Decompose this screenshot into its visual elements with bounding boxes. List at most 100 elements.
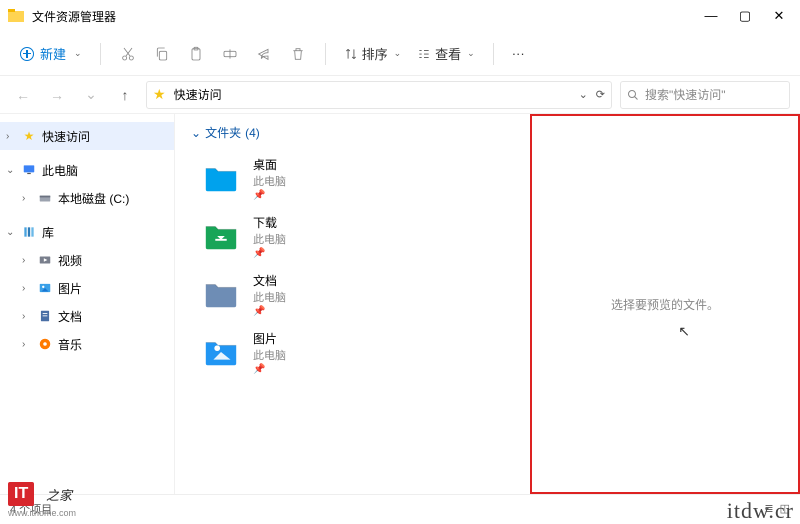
more-button[interactable]: ··· (504, 42, 533, 65)
title-bar: 文件资源管理器 — ▢ ✕ (0, 0, 800, 32)
expand-arrow-icon: › (22, 255, 36, 266)
tree-label: 此电脑 (42, 162, 78, 179)
address-bar[interactable]: ★ 快速访问 ⌄ ⟳ (146, 81, 612, 109)
up-button[interactable]: ↑ (112, 82, 138, 108)
item-list: 桌面此电脑📌下载此电脑📌文档此电脑📌图片此电脑📌 (191, 149, 514, 381)
item-location: 此电脑 (253, 231, 286, 247)
tree-music-icon (36, 337, 54, 351)
item-name: 桌面 (253, 156, 286, 173)
maximize-button[interactable]: ▢ (738, 8, 752, 24)
view-icon (417, 47, 431, 61)
expand-arrow-icon: › (22, 311, 36, 322)
chevron-down-icon: ⌄ (394, 48, 402, 59)
pin-icon: 📌 (253, 306, 286, 317)
preview-pane: 选择要预览的文件。 ↖ (530, 114, 800, 494)
group-label: 文件夹 (205, 124, 241, 141)
item-name: 图片 (253, 330, 286, 347)
preview-empty-text: 选择要预览的文件。 (611, 296, 719, 313)
address-text: 快速访问 (174, 86, 222, 103)
watermark-url-small: www.ithome.com (8, 508, 76, 518)
tree-doc-icon (36, 309, 54, 323)
separator (493, 43, 494, 65)
folder-icon (201, 216, 241, 256)
window-title: 文件资源管理器 (32, 8, 704, 25)
separator (325, 43, 326, 65)
nav-tree: ›★快速访问⌄此电脑›本地磁盘 (C:)⌄库›视频›图片›文档›音乐 (0, 114, 175, 494)
group-header[interactable]: ⌄ 文件夹 (4) (191, 124, 514, 141)
separator (100, 43, 101, 65)
tree-item[interactable]: › 视频 (0, 246, 174, 274)
item-location: 此电脑 (253, 173, 286, 189)
sort-button[interactable]: 排序 ⌄ (336, 40, 410, 67)
tree-item[interactable]: ›文档 (0, 302, 174, 330)
app-icon (8, 8, 24, 24)
tree-pc-icon (20, 163, 38, 177)
back-button[interactable]: ← (10, 82, 36, 108)
close-button[interactable]: ✕ (772, 8, 786, 24)
tree-label: 视频 (58, 252, 82, 269)
rename-button[interactable] (213, 39, 247, 69)
pin-icon: 📌 (253, 248, 286, 259)
tree-label: 库 (42, 224, 54, 241)
watermark-url-big: itdw.cr (727, 498, 794, 524)
folder-item[interactable]: 下载此电脑📌 (191, 207, 514, 265)
search-box[interactable]: 搜索"快速访问" (620, 81, 790, 109)
folder-icon (201, 332, 241, 372)
tree-item[interactable]: ›图片 (0, 274, 174, 302)
expand-arrow-icon: ⌄ (6, 165, 20, 176)
tree-label: 快速访问 (42, 128, 90, 145)
tree-lib-icon (20, 225, 38, 239)
item-name: 下载 (253, 214, 286, 231)
tree-video-icon (36, 253, 54, 267)
tree-disk-icon (36, 191, 54, 205)
tree-item[interactable]: ›★ 快速访问 (0, 122, 174, 150)
tree-label: 本地磁盘 (C:) (58, 190, 129, 207)
view-button[interactable]: 查看 ⌄ (409, 40, 483, 67)
main-area: ⌄ 文件夹 (4) 桌面此电脑📌下载此电脑📌文档此电脑📌图片此电脑📌 选择要预览… (175, 114, 800, 494)
cursor-icon: ↖ (678, 323, 690, 340)
copy-button[interactable] (145, 39, 179, 69)
pin-icon: 📌 (253, 364, 286, 375)
delete-button[interactable] (281, 39, 315, 69)
expand-arrow-icon: › (22, 339, 36, 350)
tree-item[interactable]: › 音乐 (0, 330, 174, 358)
chevron-down-icon: ⌄ (467, 48, 475, 59)
folder-item[interactable]: 图片此电脑📌 (191, 323, 514, 381)
item-location: 此电脑 (253, 347, 286, 363)
recent-dropdown[interactable]: ⌄ (78, 82, 104, 108)
share-button[interactable] (247, 39, 281, 69)
folder-icon (201, 274, 241, 314)
tree-item[interactable]: ⌄库 (0, 218, 174, 246)
status-bar: 4 个项目 ≣ ◫ (0, 494, 800, 522)
expand-arrow-icon: ⌄ (6, 227, 20, 238)
star-icon: ★ (153, 86, 166, 103)
new-button[interactable]: 新建 ⌄ (12, 40, 90, 67)
chevron-down-icon: ⌄ (191, 126, 201, 140)
watermark-logo: IT (8, 482, 34, 506)
tree-item[interactable]: ›本地磁盘 (C:) (0, 184, 174, 212)
paste-button[interactable] (179, 39, 213, 69)
minimize-button[interactable]: — (704, 8, 718, 24)
tree-item[interactable]: ⌄ 此电脑 (0, 156, 174, 184)
item-location: 此电脑 (253, 289, 286, 305)
search-icon (627, 89, 639, 101)
tree-label: 音乐 (58, 336, 82, 353)
tree-star-icon: ★ (20, 129, 38, 143)
sort-icon (344, 47, 358, 61)
folder-icon (201, 158, 241, 198)
nav-row: ← → ⌄ ↑ ★ 快速访问 ⌄ ⟳ 搜索"快速访问" (0, 76, 800, 114)
body: ›★快速访问⌄此电脑›本地磁盘 (C:)⌄库›视频›图片›文档›音乐 ⌄ 文件夹… (0, 114, 800, 494)
forward-button[interactable]: → (44, 82, 70, 108)
item-name: 文档 (253, 272, 286, 289)
refresh-button[interactable]: ⟳ (596, 88, 605, 101)
group-count: (4) (245, 126, 260, 140)
search-placeholder: 搜索"快速访问" (645, 86, 726, 103)
expand-arrow-icon: › (6, 131, 20, 142)
cut-button[interactable] (111, 39, 145, 69)
address-dropdown[interactable]: ⌄ (579, 88, 588, 101)
content-pane: ⌄ 文件夹 (4) 桌面此电脑📌下载此电脑📌文档此电脑📌图片此电脑📌 (175, 114, 530, 494)
pin-icon: 📌 (253, 190, 286, 201)
folder-item[interactable]: 桌面此电脑📌 (191, 149, 514, 207)
view-label: 查看 (435, 44, 461, 63)
folder-item[interactable]: 文档此电脑📌 (191, 265, 514, 323)
